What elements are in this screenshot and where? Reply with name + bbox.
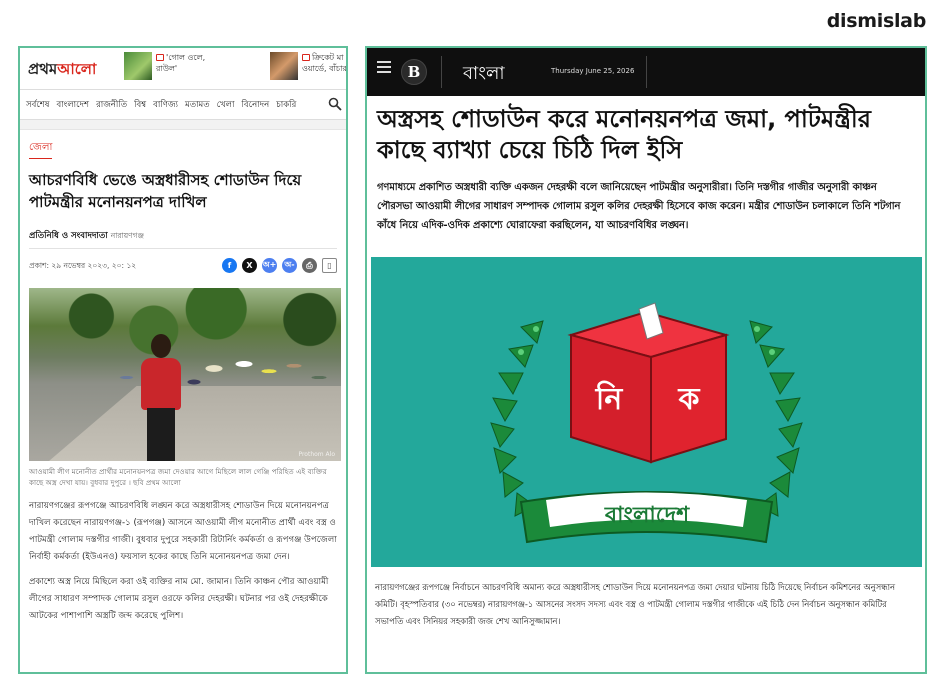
hamburger-menu-icon[interactable] bbox=[377, 61, 391, 73]
nav-item[interactable]: রাজনীতি bbox=[96, 98, 127, 112]
article-photo: Prothom Alo bbox=[29, 288, 341, 461]
photo-person-head bbox=[151, 334, 171, 358]
font-increase-icon[interactable]: অ+ bbox=[262, 258, 277, 273]
font-decrease-icon[interactable]: অ- bbox=[282, 258, 297, 273]
nav-item[interactable]: চাকরি bbox=[276, 98, 296, 112]
author-location: নারায়ণগঞ্জ bbox=[110, 231, 144, 240]
article-lead: গণমাধ্যমে প্রকাশিত অস্ত্রধারী ব্যক্তি এক… bbox=[377, 182, 901, 231]
article-title: অস্ত্রসহ শোডাউন করে মনোনয়নপত্র জমা, পাট… bbox=[377, 105, 871, 164]
promo-thumbnail bbox=[270, 52, 298, 80]
prothom-alo-logo[interactable]: প্রথমআলো bbox=[28, 58, 96, 83]
ec-logo-graphic: নি ক বাংলাদেশ bbox=[490, 302, 803, 544]
author-line: প্রতিনিধি ও সংবাদদাতা নারায়ণগঞ্জ bbox=[29, 229, 337, 243]
search-icon[interactable] bbox=[328, 97, 342, 111]
article-paragraph: নারায়ণগঞ্জের রূপগঞ্জে আচরণবিধি লঙ্ঘন কর… bbox=[29, 501, 337, 562]
share-bar: f X অ+ অ- ⎙ ▯ bbox=[222, 258, 337, 273]
site-header: প্রথমআলো 'গোল ওলে, রাউল' ক্রিকেট মা ওয়া… bbox=[20, 48, 346, 90]
header-date: Thursday June 25, 2026 bbox=[551, 67, 635, 75]
nav-item[interactable]: মতামত bbox=[185, 98, 210, 112]
published-date: প্রকাশ: ২৯ নভেম্বর ২০২৩, ২০: ১২ bbox=[29, 261, 137, 270]
header-divider bbox=[646, 56, 647, 88]
election-commission-logo-image: নি ক বাংলাদেশ bbox=[371, 257, 922, 567]
nav-item[interactable]: বিনোদন bbox=[242, 98, 270, 112]
article-body: জেলা আচরণবিধি ভেঙে অস্ত্রধারীসহ শোডাউন দ… bbox=[20, 130, 346, 625]
author-name: প্রতিনিধি ও সংবাদদাতা bbox=[29, 231, 108, 241]
promo-thumbnail bbox=[124, 52, 152, 80]
photo-red-shirt-person bbox=[141, 358, 181, 410]
article-paragraph: নারায়ণগঞ্জের রূপগঞ্জে নির্বাচনে আচরণবিধ… bbox=[375, 582, 896, 626]
language-label[interactable]: বাংলা bbox=[463, 59, 505, 90]
meta-row: প্রকাশ: ২৯ নভেম্বর ২০২৩, ২০: ১২ f X অ+ অ… bbox=[29, 258, 337, 276]
photo-watermark: Prothom Alo bbox=[298, 451, 335, 458]
site-logo[interactable]: B bbox=[401, 59, 427, 85]
prothom-alo-article-panel: প্রথমআলো 'গোল ওলে, রাউল' ক্রিকেট মা ওয়া… bbox=[18, 46, 348, 674]
divider bbox=[29, 248, 337, 249]
article-paragraph: প্রকাশ্যে অস্ত্র নিয়ে মিছিলে করা ওই ব্য… bbox=[29, 577, 329, 621]
facebook-share-icon[interactable]: f bbox=[222, 258, 237, 273]
bangla-article-panel: B বাংলা Thursday June 25, 2026 অস্ত্রসহ … bbox=[365, 46, 927, 674]
nav-item[interactable]: বাণিজ্য bbox=[153, 98, 178, 112]
photo-caption: আওয়ামী লীগ মনোনীত প্রার্থীর মনোনয়নপত্র… bbox=[29, 467, 327, 487]
photo-person-legs bbox=[147, 408, 175, 461]
video-icon bbox=[156, 54, 164, 61]
ribbon-text: বাংলাদেশ bbox=[604, 503, 690, 528]
nav-item[interactable]: খেলা bbox=[217, 98, 235, 112]
header-divider bbox=[441, 56, 442, 88]
dismislab-logo: dismislab bbox=[826, 10, 927, 32]
photo-crowd bbox=[89, 328, 339, 418]
nav-item[interactable]: বাংলাদেশ bbox=[56, 98, 89, 112]
category-link[interactable]: জেলা bbox=[29, 140, 53, 159]
ballot-letter-left: নি bbox=[595, 380, 624, 417]
nav-item[interactable]: বিশ্ব bbox=[134, 98, 146, 112]
promo-item[interactable]: 'গোল ওলে, রাউল' bbox=[124, 52, 226, 80]
logo-accent: আলো bbox=[57, 60, 97, 78]
video-icon bbox=[302, 54, 310, 61]
article-title: আচরণবিধি ভেঙে অস্ত্রধারীসহ শোডাউন দিয়ে … bbox=[29, 171, 302, 211]
main-nav: সর্বশেষ বাংলাদেশ রাজনীতি বিশ্ব বাণিজ্য ম… bbox=[20, 90, 346, 120]
print-icon[interactable]: ⎙ bbox=[302, 258, 317, 273]
site-header: B বাংলা Thursday June 25, 2026 bbox=[367, 48, 925, 96]
x-share-icon[interactable]: X bbox=[242, 258, 257, 273]
logo-main: প্রথম bbox=[28, 60, 58, 78]
promo-item[interactable]: ক্রিকেট মা ওয়ার্ডে, বাঁচার bbox=[270, 52, 346, 80]
nav-item[interactable]: সর্বশেষ bbox=[26, 98, 49, 112]
bookmark-icon[interactable]: ▯ bbox=[322, 258, 337, 273]
ballot-letter-right: ক bbox=[678, 382, 701, 417]
nav-gap bbox=[20, 120, 346, 130]
